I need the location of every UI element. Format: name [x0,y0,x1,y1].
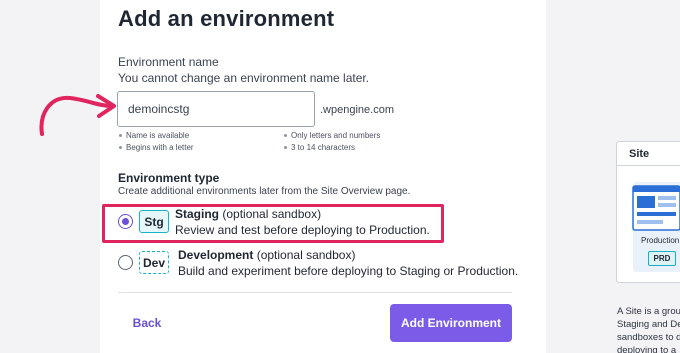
development-name: Development [178,248,254,262]
bullet-icon [119,146,122,149]
page-title: Add an environment [118,6,335,31]
hint-text: Name is available [126,131,190,140]
development-tag: (optional sandbox) [256,248,356,262]
site-info-line-1: A Site is a grou [617,306,680,317]
hint-text: Only letters and numbers [291,131,381,140]
staging-description: Review and test before deploying to Prod… [175,223,430,237]
hint-length: 3 to 14 characters [284,143,355,152]
staging-badge: Stg [139,210,169,233]
back-button[interactable]: Back [118,306,176,340]
annotation-arrow-icon [39,94,116,136]
environment-name-note: You cannot change an environment name la… [118,71,370,85]
site-info-line-4: deploying to a [617,345,677,353]
staging-tag: (optional sandbox) [222,207,322,221]
development-title[interactable]: Development (optional sandbox) [178,248,355,262]
site-card-header: Site [617,142,680,166]
bullet-icon [284,134,287,137]
add-environment-button[interactable]: Add Environment [390,304,512,342]
site-info-line-2: Staging and De [617,319,680,330]
hint-letters-numbers: Only letters and numbers [284,131,380,140]
hint-begins-with-letter: Begins with a letter [119,143,194,152]
bullet-icon [284,146,287,149]
environment-type-note: Create additional environments later fro… [118,186,411,197]
prd-badge: PRD [648,251,676,266]
development-description: Build and experiment before deploying to… [178,264,519,278]
development-radio[interactable] [118,255,133,270]
development-badge: Dev [139,251,169,274]
site-card-title: Site [629,148,650,160]
staging-radio[interactable] [118,214,133,229]
site-illustration-icon [632,185,680,231]
environment-name-label: Environment name [118,55,219,69]
staging-name: Staging [175,207,219,221]
hint-text: Begins with a letter [126,143,194,152]
staging-title[interactable]: Staging (optional sandbox) [175,207,321,221]
hint-text: 3 to 14 characters [291,143,356,152]
divider [118,292,512,293]
environment-name-input[interactable] [117,91,315,127]
environment-type-heading: Environment type [118,171,220,185]
bullet-icon [119,134,122,137]
production-label: Production [641,236,680,245]
hint-name-available: Name is available [119,131,189,140]
site-info-line-3: sandboxes to d [617,332,680,343]
domain-suffix: .wpengine.com [320,104,394,116]
